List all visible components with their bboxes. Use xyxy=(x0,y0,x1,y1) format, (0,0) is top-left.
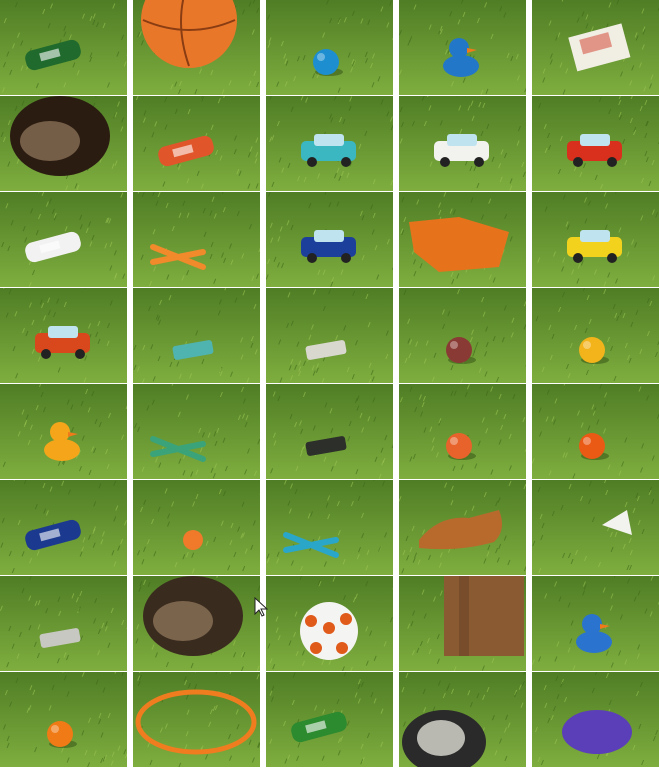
toy-car-teal-image xyxy=(266,96,393,191)
image-tile-spray-can xyxy=(0,192,127,288)
fire-truck-toy-image xyxy=(532,96,659,191)
image-tile-mobile-phone-silver xyxy=(266,288,393,384)
image-tile-fire-truck-toy xyxy=(532,96,659,192)
image-tile-green-can xyxy=(0,0,127,96)
image-tile-red-bull-can xyxy=(0,480,127,576)
image-tile-blue-toy-car xyxy=(266,192,393,288)
image-tile-purple-yarn xyxy=(532,672,659,768)
garden-tool-image xyxy=(133,384,260,479)
image-tile-lemon xyxy=(532,288,659,384)
small-phone-image xyxy=(0,576,127,671)
red-toy-car-image xyxy=(0,288,127,383)
yellow-rubber-duck-image xyxy=(0,384,127,479)
image-tile-cereal-box xyxy=(532,0,659,96)
image-tile-dog-legs xyxy=(0,96,127,192)
colorful-duck-image xyxy=(532,576,659,671)
image-tile-orange-ball-shadow xyxy=(0,672,127,768)
wheel-image xyxy=(399,672,526,767)
image-tile-coca-cola-can xyxy=(133,96,260,192)
onion-image xyxy=(399,288,526,383)
image-tile-blue-ball xyxy=(266,0,393,96)
image-tile-toy-car-teal xyxy=(266,96,393,192)
image-tile-wheel xyxy=(399,672,526,768)
image-tile-yellow-toy-car xyxy=(532,192,659,288)
orange-hoop-image xyxy=(133,672,260,767)
brown-shoe-image xyxy=(399,480,526,575)
blue-rubber-duck-image xyxy=(399,0,526,95)
image-tile-orange-leaves-pile xyxy=(399,192,526,288)
orange-toy-image xyxy=(133,480,260,575)
image-tile-tree-trunk xyxy=(399,576,526,672)
image-tile-yellow-rubber-duck xyxy=(0,384,127,480)
shuttlecock-image xyxy=(532,480,659,575)
heineken-can-image xyxy=(266,672,393,767)
mobile-phone-silver-image xyxy=(266,288,393,383)
blue-ball-image xyxy=(266,0,393,95)
image-tile-orange-hoop xyxy=(133,672,260,768)
image-tile-orange-ball-small xyxy=(399,384,526,480)
soccer-ball-image xyxy=(266,576,393,671)
lemon-image xyxy=(532,288,659,383)
black-phone-image xyxy=(266,384,393,479)
image-tile-orange-basketball xyxy=(133,0,260,96)
coca-cola-can-image xyxy=(133,96,260,191)
mobile-phone-teal-image xyxy=(133,288,260,383)
image-tile-onion xyxy=(399,288,526,384)
mouse-cursor-icon xyxy=(254,597,268,617)
image-tile-orange-pliers xyxy=(133,192,260,288)
image-tile-blue-shears xyxy=(266,480,393,576)
image-tile-blue-rubber-duck xyxy=(399,0,526,96)
image-tile-brown-shoe xyxy=(399,480,526,576)
image-tile-black-phone xyxy=(266,384,393,480)
image-tile-small-phone xyxy=(0,576,127,672)
image-tile-colorful-duck xyxy=(532,576,659,672)
image-tile-mobile-phone-teal xyxy=(133,288,260,384)
orange-ball-shadow-image xyxy=(0,672,127,767)
orange-leaves-pile-image xyxy=(399,192,526,287)
red-bull-can-image xyxy=(0,480,127,575)
yellow-toy-car-image xyxy=(532,192,659,287)
fluffy-dog-image xyxy=(133,576,260,671)
green-can-image xyxy=(0,0,127,95)
purple-yarn-image xyxy=(532,672,659,767)
blue-toy-car-image xyxy=(266,192,393,287)
dog-legs-image xyxy=(0,96,127,191)
orange-ball-small-image xyxy=(399,384,526,479)
image-tile-soccer-ball xyxy=(266,576,393,672)
milk-carton-image xyxy=(399,96,526,191)
spray-can-image xyxy=(0,192,127,287)
image-grid xyxy=(0,0,659,770)
image-tile-red-toy-car xyxy=(0,288,127,384)
image-tile-heineken-can xyxy=(266,672,393,768)
orange-pliers-image xyxy=(133,192,260,287)
image-tile-milk-carton xyxy=(399,96,526,192)
image-tile-fluffy-dog xyxy=(133,576,260,672)
orange-basketball-image xyxy=(133,0,260,95)
image-tile-orange-ball xyxy=(532,384,659,480)
blue-shears-image xyxy=(266,480,393,575)
orange-ball-image xyxy=(532,384,659,479)
image-tile-shuttlecock xyxy=(532,480,659,576)
image-tile-orange-toy xyxy=(133,480,260,576)
image-tile-garden-tool xyxy=(133,384,260,480)
tree-trunk-image xyxy=(399,576,526,671)
cereal-box-image xyxy=(532,0,659,95)
